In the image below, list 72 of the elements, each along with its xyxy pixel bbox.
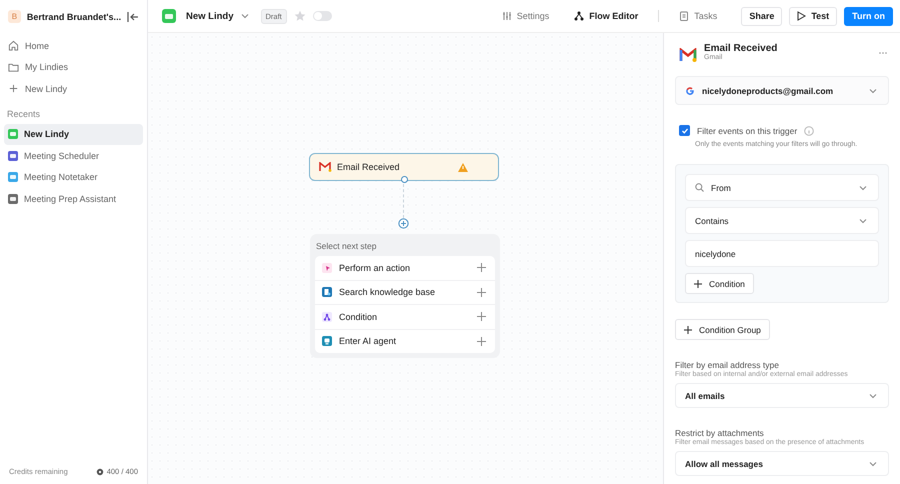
gmail-icon [319, 162, 332, 172]
chevron-down-icon[interactable] [240, 13, 249, 19]
google-icon [685, 86, 695, 96]
plus-icon [8, 83, 19, 94]
document-search-icon [322, 287, 332, 298]
nav-item[interactable]: My Lindies [4, 56, 143, 78]
recent-item[interactable]: Meeting Prep Assistant [4, 188, 143, 210]
robot-icon [322, 336, 332, 346]
operator-select[interactable]: Contains [685, 207, 879, 234]
step-option[interactable]: Enter AI agent [315, 330, 495, 353]
plus-icon[interactable] [477, 288, 486, 297]
section-label: Recents [6, 108, 42, 120]
add-step-icon[interactable] [398, 218, 409, 229]
header-button[interactable]: Test [789, 6, 838, 26]
connector-line [403, 184, 404, 218]
workspace-avatar: B [8, 10, 21, 23]
chevron-down-icon [869, 392, 877, 398]
step-option[interactable]: Search knowledge base [315, 280, 495, 305]
play-icon [797, 11, 806, 21]
plus-icon [694, 280, 702, 288]
search-icon [695, 183, 704, 192]
toggle-switch[interactable] [312, 11, 332, 21]
folder-icon [8, 62, 19, 73]
dropdown-select[interactable]: All emails [675, 383, 889, 408]
checkbox[interactable] [679, 125, 690, 136]
plus-icon[interactable] [477, 263, 486, 272]
trigger-node[interactable]: Email Received [309, 153, 499, 181]
clipboard-icon [679, 11, 690, 21]
cursor-click-icon [322, 262, 332, 273]
flow-title[interactable]: New Lindy [186, 10, 234, 22]
nav-tab[interactable]: Settings [492, 11, 558, 21]
connection-port[interactable] [401, 176, 408, 183]
info-icon[interactable] [804, 126, 814, 136]
add-condition-button[interactable]: Condition [685, 273, 754, 294]
nav-tab[interactable]: Tasks [670, 11, 726, 21]
plus-icon[interactable] [477, 312, 486, 322]
plus-icon [684, 326, 692, 334]
nav-tab[interactable]: Flow Editor [565, 11, 648, 21]
value-input[interactable]: nicelydone [685, 240, 879, 267]
section-title: Restrict by attachments [675, 428, 765, 438]
panel-title: Email Received [704, 43, 778, 54]
plus-icon[interactable] [477, 336, 486, 346]
recent-item[interactable]: Meeting Scheduler [4, 145, 143, 166]
checkbox-label: Filter events on this trigger [697, 126, 798, 136]
recent-item[interactable]: Meeting Notetaker [4, 166, 143, 188]
add-condition-group-button[interactable]: Condition Group [675, 319, 770, 340]
step-option[interactable]: Perform an action [315, 256, 495, 280]
nav-item[interactable]: Home [4, 35, 143, 56]
menu-title: Select next step [315, 240, 378, 253]
collapse-sidebar-icon[interactable] [127, 12, 139, 22]
chevron-down-icon [869, 88, 877, 94]
star-icon[interactable] [294, 10, 306, 22]
branch-icon [322, 312, 332, 322]
step-option[interactable]: Condition [315, 305, 495, 330]
header-button[interactable]: Share [741, 6, 782, 26]
agent-tile-icon [162, 9, 176, 23]
home-icon [8, 40, 19, 52]
field-select[interactable]: From [685, 174, 879, 201]
gear-icon [96, 468, 104, 476]
recent-item[interactable]: New Lindy [4, 124, 143, 145]
account-select[interactable]: nicelydoneproducts@gmail.com [675, 76, 889, 105]
sliders-icon [502, 11, 512, 21]
section-title: Filter by email address type [675, 360, 780, 370]
dropdown-select[interactable]: Allow all messages [675, 451, 889, 476]
gmail-icon [679, 48, 697, 62]
nav-item[interactable]: New Lindy [4, 78, 143, 100]
chevron-down-icon [859, 184, 867, 190]
workspace-name[interactable]: Bertrand Bruandet's... [26, 12, 122, 22]
flow-icon [574, 11, 584, 21]
header-button[interactable]: Turn on [844, 6, 893, 26]
chevron-down-icon [859, 218, 867, 224]
chevron-down-icon [869, 460, 877, 466]
